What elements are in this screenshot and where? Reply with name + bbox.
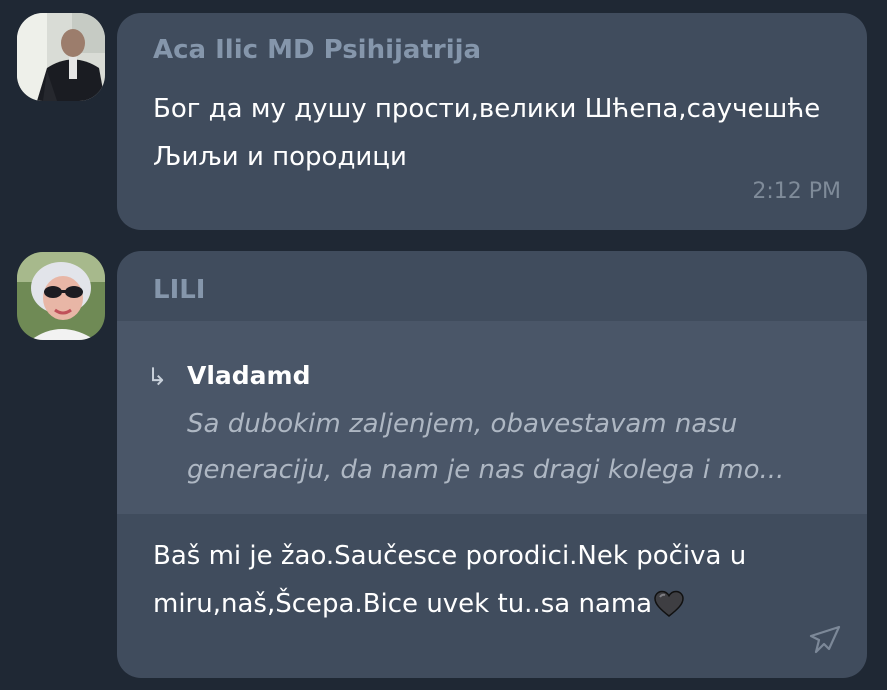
quoted-message[interactable]: ↳ Vladamd Sa dubokim zaljenjem, obavesta…: [117, 321, 867, 514]
user-photo-avatar: [17, 13, 105, 101]
chat-history: Aca Ilic MD Psihijatrija Бог да му душу …: [0, 0, 887, 690]
message-time: 2:12 PM: [752, 179, 841, 204]
reply-arrow-icon[interactable]: [803, 624, 841, 656]
black-heart-icon: [654, 586, 684, 617]
user-photo-avatar: [17, 252, 105, 340]
reply-arrow-icon: ↳: [147, 363, 168, 391]
avatar[interactable]: [17, 13, 105, 101]
quote-text: Sa dubokim zaljenjem, obavestavam nasu g…: [187, 409, 785, 485]
quote-author: Vladamd: [187, 361, 311, 390]
sender-name[interactable]: Aca Ilic MD Psihijatrija: [153, 35, 481, 65]
message-bubble[interactable]: LILI ↳ Vladamd Sa dubokim zaljenjem, oba…: [117, 251, 867, 678]
avatar[interactable]: [17, 252, 105, 340]
sender-name[interactable]: LILI: [153, 275, 205, 305]
message-text: Baš mi je žao.Saučesce porodici.Nek poči…: [153, 532, 837, 628]
message-bubble[interactable]: Aca Ilic MD Psihijatrija Бог да му душу …: [117, 13, 867, 230]
message-text: Бог да му душу прости,велики Шћепа,сауче…: [153, 94, 821, 172]
